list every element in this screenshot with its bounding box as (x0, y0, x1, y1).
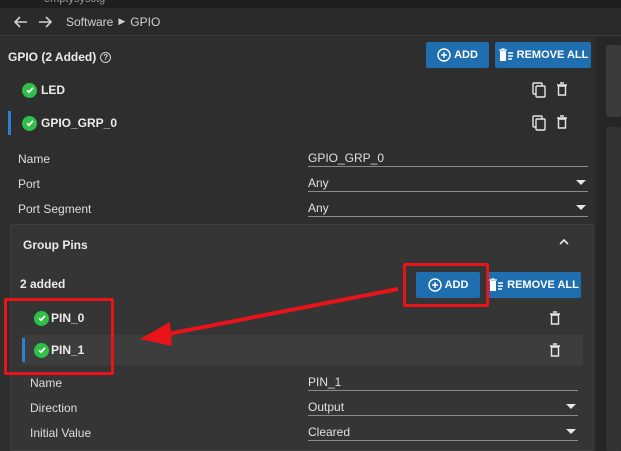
selection-indicator (8, 111, 11, 135)
port-select[interactable]: Any (308, 174, 588, 192)
group-pins-add-label: ADD (444, 279, 469, 291)
pin-name-label: Name (30, 376, 63, 390)
initial-value-label: Initial Value (30, 426, 92, 440)
breadcrumb-gpio[interactable]: GPIO (130, 15, 160, 29)
rail-panel-top (606, 45, 621, 117)
port-segment-select[interactable]: Any (308, 199, 588, 217)
group-pins-count: 2 added (20, 277, 66, 291)
copy-icon[interactable] (532, 82, 546, 98)
name-field[interactable]: GPIO_GRP_0 (308, 149, 588, 167)
dropdown-arrow-icon (576, 180, 586, 185)
copy-icon[interactable] (532, 115, 546, 131)
gpio-remove-all-label: REMOVE ALL (516, 49, 589, 61)
breadcrumb-software[interactable]: Software (66, 15, 113, 29)
plus-circle-icon (437, 48, 451, 62)
gpio-item-label: LED (41, 83, 65, 97)
group-pins-remove-all-button[interactable]: REMOVE ALL (486, 272, 581, 298)
trash-list-icon (498, 48, 513, 61)
name-value: GPIO_GRP_0 (308, 150, 385, 165)
dropdown-arrow-icon (576, 205, 586, 210)
pin-item-label: PIN_0 (51, 311, 85, 325)
gpio-item-label: GPIO_GRP_0 (41, 116, 118, 130)
gpio-item-led[interactable]: LED (8, 75, 586, 105)
dropdown-arrow-icon (566, 404, 576, 409)
check-circle-icon (22, 82, 37, 98)
pin-item-pin-0[interactable]: PIN_0 (22, 303, 583, 333)
check-circle-icon (34, 342, 49, 358)
gpio-item-actions (532, 82, 568, 98)
gpio-item-gpio-grp-0[interactable]: GPIO_GRP_0 (8, 108, 586, 138)
help-icon[interactable]: ? (100, 51, 112, 63)
trash-icon[interactable] (556, 115, 568, 129)
dropdown-arrow-icon (566, 429, 576, 434)
plus-circle-icon (427, 278, 442, 292)
rail-panel-bottom[interactable] (606, 127, 621, 451)
direction-label: Direction (30, 401, 78, 415)
initial-value-select[interactable]: Cleared (308, 423, 578, 441)
gpio-add-label: ADD (454, 49, 478, 61)
port-segment-label: Port Segment (18, 202, 92, 216)
group-pins-remove-all-label: REMOVE ALL (507, 279, 579, 291)
group-pins-title: Group Pins (23, 238, 88, 252)
group-pins-add-button[interactable]: ADD (416, 272, 480, 298)
chevron-up-icon[interactable] (558, 237, 570, 247)
check-circle-icon (22, 115, 37, 131)
selection-indicator (22, 338, 25, 362)
forward-arrow-icon[interactable] (36, 13, 54, 31)
direction-select[interactable]: Output (308, 398, 578, 416)
port-value: Any (308, 175, 329, 190)
port-label: Port (18, 177, 41, 191)
direction-value: Output (308, 399, 345, 414)
pin-item-pin-1[interactable]: PIN_1 (22, 335, 583, 365)
name-label: Name (18, 152, 51, 166)
gpio-section-title: GPIO (2 Added) ? (8, 50, 112, 64)
window-title-bar: emptysysctg (0, 0, 621, 8)
breadcrumb-separator-icon: ▶ (118, 16, 126, 26)
window-title: emptysysctg (44, 0, 105, 5)
navigation-bar: Software ▶ GPIO (0, 8, 621, 36)
port-segment-value: Any (308, 200, 329, 215)
gpio-add-button[interactable]: ADD (426, 42, 489, 68)
pin-item-label: PIN_1 (51, 343, 85, 357)
trash-icon[interactable] (549, 343, 561, 357)
gpio-title: GPIO (2 Added) (8, 50, 97, 64)
check-circle-icon (34, 310, 49, 326)
initial-value-value: Cleared (308, 424, 351, 439)
back-arrow-icon[interactable] (12, 13, 30, 31)
trash-list-icon (489, 278, 504, 291)
trash-icon[interactable] (556, 82, 568, 96)
trash-icon[interactable] (549, 311, 561, 325)
right-rail (596, 37, 621, 451)
gpio-remove-all-button[interactable]: REMOVE ALL (495, 42, 591, 68)
gpio-item-actions (532, 115, 568, 131)
pin-name-value: PIN_1 (308, 374, 342, 389)
pin-name-field[interactable]: PIN_1 (308, 373, 578, 391)
